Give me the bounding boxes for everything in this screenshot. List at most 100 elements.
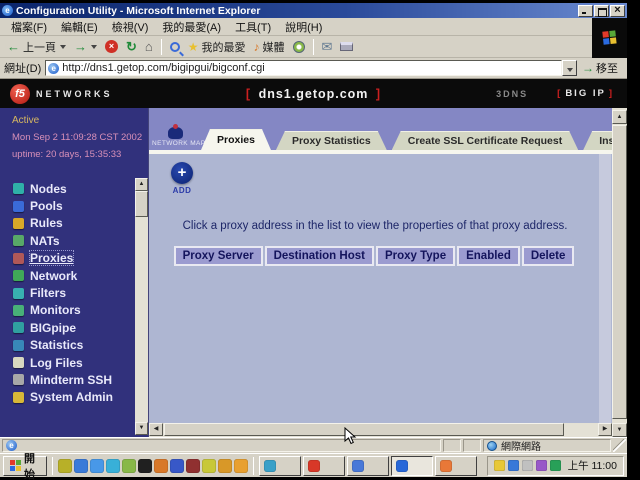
print-button[interactable] <box>336 41 357 52</box>
task-button-5[interactable] <box>435 456 477 476</box>
sidebar-item-label: Network <box>30 269 77 283</box>
close-button[interactable] <box>610 5 625 17</box>
back-button[interactable]: ← 上一頁 <box>3 38 70 56</box>
bracket-right: ] <box>373 87 384 101</box>
status-bar: e 網際網路 <box>0 437 627 453</box>
sidebar-item-pools[interactable]: Pools <box>0 197 135 214</box>
sidebar-item-bigpipe[interactable]: BIGpipe <box>0 319 135 336</box>
sidebar-item-label: Monitors <box>30 303 81 317</box>
refresh-button[interactable]: ↻ <box>122 38 141 56</box>
monitors-icon <box>13 305 24 316</box>
scroll-down-button[interactable]: ▼ <box>135 422 148 435</box>
proxies-content: + ADD Click a proxy address in the list … <box>149 154 612 423</box>
forward-dropdown-icon[interactable] <box>91 45 97 49</box>
forward-button[interactable]: → <box>70 38 101 55</box>
go-button[interactable]: → 移至 <box>577 60 623 76</box>
task-button-4[interactable] <box>391 456 433 476</box>
menubar: 檔案(F)編輯(E)檢視(V)我的最愛(A)工具(T)說明(H) <box>0 18 592 36</box>
task-button-1[interactable] <box>259 456 301 476</box>
start-label: 開始 <box>24 450 40 480</box>
scroll-left-button[interactable]: ◀ <box>149 423 163 436</box>
minimize-button[interactable] <box>578 5 593 17</box>
menu-item[interactable]: 檢視(V) <box>105 18 156 36</box>
sidebar-item-network[interactable]: Network <box>0 267 135 284</box>
sidebar-item-mindterm-ssh[interactable]: Mindterm SSH <box>0 371 135 388</box>
menu-item[interactable]: 說明(H) <box>278 18 329 36</box>
internet-zone-icon <box>487 441 497 451</box>
menu-item[interactable]: 檔案(F) <box>4 18 54 36</box>
content-scrollbar[interactable] <box>599 154 611 423</box>
sidebar-item-log-files[interactable]: Log Files <box>0 354 135 371</box>
scroll-down-button[interactable]: ▼ <box>612 423 627 437</box>
menu-item[interactable]: 我的最愛(A) <box>155 18 228 36</box>
scroll-up-button[interactable]: ▲ <box>135 178 148 191</box>
scrollbar-thumb[interactable] <box>612 125 627 419</box>
shortcut-icon[interactable] <box>154 459 168 473</box>
sidebar-item-proxies[interactable]: Proxies <box>0 250 135 267</box>
home-button[interactable]: ⌂ <box>141 38 157 55</box>
tab-proxy-statistics[interactable]: Proxy Statistics <box>276 131 387 150</box>
tab-proxies[interactable]: Proxies <box>201 129 271 150</box>
task-button-2[interactable] <box>303 456 345 476</box>
tray-icon[interactable] <box>494 460 505 471</box>
sidebar-item-filters[interactable]: Filters <box>0 284 135 301</box>
status-pane <box>443 439 461 452</box>
task-button-icon <box>308 460 320 472</box>
sidebar-item-statistics[interactable]: Statistics <box>0 337 135 354</box>
tray-icon[interactable] <box>550 460 561 471</box>
task-button-icon <box>352 460 364 472</box>
address-input[interactable] <box>62 62 559 74</box>
stop-button[interactable]: × <box>101 39 122 54</box>
scrollbar-thumb[interactable] <box>135 191 148 217</box>
sidebar-scrollbar[interactable]: ▲ ▼ <box>135 178 148 435</box>
shortcut-icon[interactable] <box>170 459 184 473</box>
banner-products: 3DNS [BIG IP] <box>496 88 617 99</box>
sidebar-item-label: Statistics <box>30 338 83 352</box>
sidebar-item-monitors[interactable]: Monitors <box>0 302 135 319</box>
horizontal-scrollbar[interactable]: ◀ ▶ <box>149 423 612 437</box>
browser-scrollbar[interactable]: ▲ ▼ <box>612 108 627 437</box>
tray-icon[interactable] <box>508 460 519 471</box>
shortcut-icon[interactable] <box>202 459 216 473</box>
shortcut-icon[interactable] <box>218 459 232 473</box>
sidebar-item-system-admin[interactable]: System Admin <box>0 389 135 406</box>
tab-install-ssl-certif[interactable]: Install SSL Certif <box>583 131 612 150</box>
favorites-button[interactable]: ★ 我的最愛 <box>184 38 250 56</box>
menu-item[interactable]: 工具(T) <box>228 18 278 36</box>
restore-button[interactable] <box>594 5 609 17</box>
shortcut-icon[interactable] <box>90 459 104 473</box>
address-dropdown-button[interactable] <box>562 60 577 76</box>
history-button[interactable] <box>289 40 309 54</box>
shortcut-icon[interactable] <box>58 459 72 473</box>
sidebar-item-nodes[interactable]: Nodes <box>0 180 135 197</box>
network-map-button[interactable]: NETWORK MAP <box>152 127 198 147</box>
rules-icon <box>13 218 24 229</box>
media-button[interactable]: ♪ 媒體 <box>250 38 289 56</box>
scroll-right-button[interactable]: ▶ <box>598 423 612 436</box>
shortcut-icon[interactable] <box>74 459 88 473</box>
mail-button[interactable]: ✉ <box>318 38 337 56</box>
network-map-label: NETWORK MAP <box>152 140 198 147</box>
frameset: Active Mon Sep 2 11:09:28 CST 2002 uptim… <box>0 108 627 437</box>
back-dropdown-icon[interactable] <box>60 45 66 49</box>
search-button[interactable] <box>166 41 184 53</box>
shortcut-icon[interactable] <box>234 459 248 473</box>
menu-item[interactable]: 編輯(E) <box>54 18 105 36</box>
shortcut-icon[interactable] <box>106 459 120 473</box>
scroll-up-button[interactable]: ▲ <box>612 110 627 124</box>
start-button[interactable]: 開始 <box>3 456 47 476</box>
forward-icon: → <box>74 39 87 54</box>
task-button-3[interactable] <box>347 456 389 476</box>
shortcut-icon[interactable] <box>186 459 200 473</box>
status-uptime: uptime: 20 days, 15:35:33 <box>12 149 148 160</box>
address-label: 網址(D) <box>4 60 41 76</box>
tab-create-ssl-certificate-request[interactable]: Create SSL Certificate Request <box>392 131 578 150</box>
scrollbar-thumb[interactable] <box>164 423 564 436</box>
shortcut-icon[interactable] <box>138 459 152 473</box>
sidebar-item-rules[interactable]: Rules <box>0 215 135 232</box>
shortcut-icon[interactable] <box>122 459 136 473</box>
add-proxy-button[interactable]: + ADD <box>167 162 197 195</box>
tray-icon[interactable] <box>536 460 547 471</box>
sidebar-item-nats[interactable]: NATs <box>0 232 135 249</box>
tray-icon[interactable] <box>522 460 533 471</box>
